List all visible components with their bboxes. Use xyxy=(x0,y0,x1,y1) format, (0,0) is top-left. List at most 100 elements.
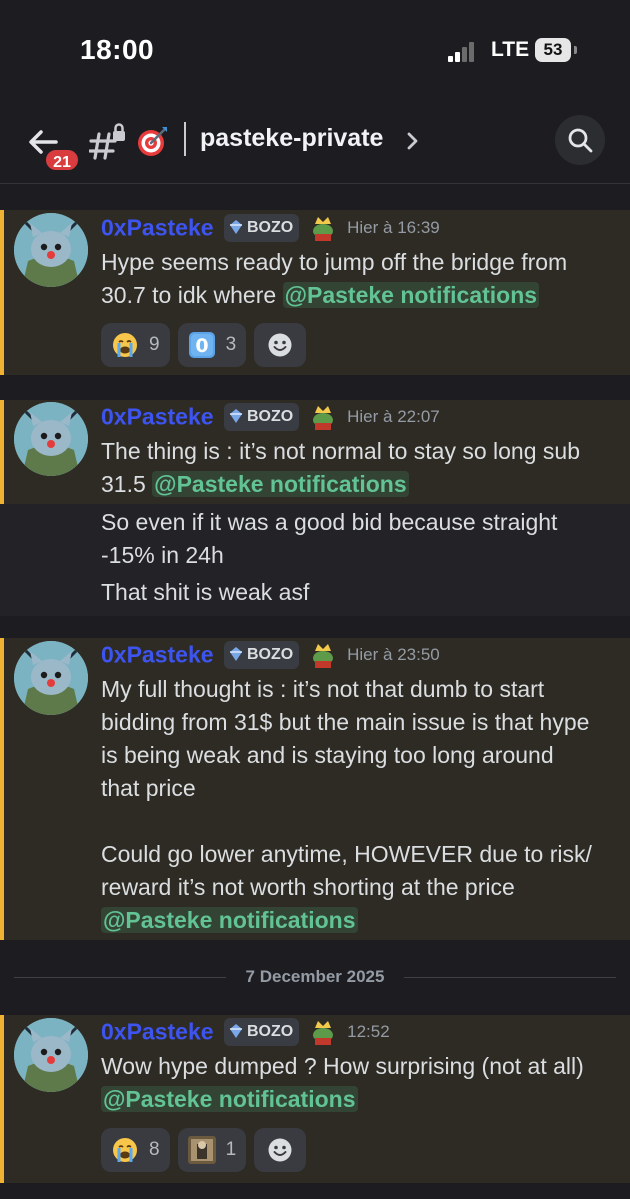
message[interactable]: 0xPasteke BOZO Hier à 22:07 The thing is… xyxy=(0,400,630,504)
status-bar: 18:00 LTE 53 xyxy=(0,0,630,100)
timestamp: Hier à 22:07 xyxy=(347,407,440,426)
message-line: reward it’s not worth shorting at the pr… xyxy=(101,874,515,900)
avatar-image xyxy=(14,1018,88,1092)
message[interactable]: 0xPasteke BOZO Hier à 16:39 Hype seems r… xyxy=(0,210,630,375)
mention-pill[interactable]: @Pasteke notifications xyxy=(101,1086,358,1112)
message-line-text: 31.5 xyxy=(101,471,146,497)
mention-pill[interactable]: @Pasteke notifications xyxy=(282,282,540,308)
message-meta: 0xPasteke BOZO 12:52 xyxy=(101,1018,390,1048)
battery-icon: 53 xyxy=(535,38,571,62)
message[interactable]: 0xPasteke BOZO Hier à 23:50 My full thou… xyxy=(0,638,630,940)
message[interactable]: 0xPasteke BOZO 12:52 Wow hype dumped ? H… xyxy=(0,1015,630,1183)
server-tag[interactable]: BOZO xyxy=(224,641,300,669)
message-line: 31.5 @Pasteke notifications xyxy=(101,468,616,501)
avatar[interactable] xyxy=(14,1018,88,1092)
reaction-chip[interactable]: 8 xyxy=(101,1128,170,1172)
reactions-bar: 8 1 xyxy=(101,1128,307,1172)
username[interactable]: 0xPasteke xyxy=(101,642,214,668)
crown-pepe-icon xyxy=(312,1021,333,1045)
avatar-image xyxy=(14,213,88,287)
mention-pill[interactable]: @Pasteke notifications xyxy=(152,471,409,497)
server-tag-label: BOZO xyxy=(247,219,294,236)
timestamp: Hier à 23:50 xyxy=(347,645,440,664)
server-tag-label: BOZO xyxy=(247,408,294,425)
search-button[interactable] xyxy=(555,115,605,165)
reaction-count: 8 xyxy=(149,1139,160,1160)
server-tag[interactable]: BOZO xyxy=(224,1018,300,1046)
server-tag[interactable]: BOZO xyxy=(224,214,300,242)
status-time: 18:00 xyxy=(80,34,155,65)
svg-text:0: 0 xyxy=(195,335,208,357)
battery-tip xyxy=(574,46,577,54)
reaction-count: 9 xyxy=(149,334,160,355)
reaction-chip[interactable]: 9 xyxy=(101,323,170,367)
message-line: Wow hype dumped ? How surprising (not at… xyxy=(101,1053,584,1079)
unread-badge: 21 xyxy=(43,147,81,173)
crown-pepe-icon xyxy=(312,217,333,241)
username[interactable]: 0xPasteke xyxy=(101,215,214,241)
message-line: My full thought is : it’s not that dumb … xyxy=(101,676,545,702)
message-continuation[interactable]: So even if it was a good bid because str… xyxy=(0,504,630,616)
highlight-accent xyxy=(0,400,4,504)
server-tag-label: BOZO xyxy=(247,1023,294,1040)
avatar-image xyxy=(14,402,88,476)
locked-channel-hash-icon xyxy=(89,123,125,160)
signal-strength-icon xyxy=(448,40,482,62)
username[interactable]: 0xPasteke xyxy=(101,404,214,430)
diamond-tag-icon xyxy=(230,220,242,234)
highlight-accent xyxy=(0,210,4,375)
highlight-accent xyxy=(0,1015,4,1183)
message-line: @Pasteke notifications xyxy=(101,1083,616,1116)
network-type: LTE xyxy=(491,38,530,61)
message-line: 30.7 to idk where @Pasteke notifications xyxy=(101,279,616,312)
loudly-crying-face-icon xyxy=(113,333,137,357)
loudly-crying-face-icon xyxy=(113,1138,137,1162)
message-content: So even if it was a good bid because str… xyxy=(101,506,616,572)
add-reaction-button[interactable] xyxy=(254,323,307,367)
custom-image-emoji-icon xyxy=(187,1136,216,1164)
username[interactable]: 0xPasteke xyxy=(101,1019,214,1045)
channel-name[interactable]: pasteke-private xyxy=(200,124,383,153)
crown-pepe-icon xyxy=(312,644,333,668)
message-line: The thing is : it’s not normal to stay s… xyxy=(101,438,580,464)
message-line: is being weak and is staying too long ar… xyxy=(101,742,554,768)
add-reaction-button[interactable] xyxy=(254,1128,307,1172)
reaction-count: 1 xyxy=(225,1139,237,1160)
reaction-chip[interactable]: 0 3 xyxy=(177,323,247,367)
avatar[interactable] xyxy=(14,402,88,476)
channel-header: 21 pasteke-private xyxy=(0,100,630,184)
avatar[interactable] xyxy=(14,213,88,287)
separator-line xyxy=(404,977,616,978)
header-divider xyxy=(184,122,186,156)
message-line: That shit is weak asf xyxy=(101,579,310,605)
message-meta: 0xPasteke BOZO Hier à 23:50 xyxy=(101,641,440,671)
timestamp: 12:52 xyxy=(347,1022,390,1041)
message-line-text: 30.7 to idk where xyxy=(101,282,277,308)
mention-pill[interactable]: @Pasteke notifications xyxy=(101,907,358,933)
avatar[interactable] xyxy=(14,641,88,715)
message-line: -15% in 24h xyxy=(101,542,224,568)
add-reaction-icon xyxy=(268,1138,292,1162)
message-line: bidding from 31$ but the main issue is t… xyxy=(101,709,590,735)
search-icon xyxy=(568,128,593,153)
message-line: Hype seems ready to jump off the bridge … xyxy=(101,249,568,275)
diamond-tag-icon xyxy=(230,409,242,423)
message-line: So even if it was a good bid because str… xyxy=(101,509,558,535)
chevron-right-icon[interactable] xyxy=(403,130,421,152)
message-content: Hype seems ready to jump off the bridge … xyxy=(101,246,616,312)
keycap-zero-icon: 0 xyxy=(188,332,215,358)
date-separator: 7 December 2025 xyxy=(14,960,616,994)
server-tag[interactable]: BOZO xyxy=(224,403,300,431)
message-content: Wow hype dumped ? How surprising (not at… xyxy=(101,1050,616,1116)
message-line: @Pasteke notifications xyxy=(101,904,616,937)
reaction-chip[interactable]: 1 xyxy=(177,1128,247,1172)
target-dart-icon xyxy=(138,127,167,156)
message-line: that price xyxy=(101,775,196,801)
server-tag-label: BOZO xyxy=(247,646,294,663)
message-line: Could go lower anytime, HOWEVER due to r… xyxy=(101,841,592,867)
reaction-count: 3 xyxy=(225,334,237,355)
message-content: My full thought is : it’s not that dumb … xyxy=(101,673,616,937)
timestamp: Hier à 16:39 xyxy=(347,218,440,237)
add-reaction-icon xyxy=(268,333,292,357)
